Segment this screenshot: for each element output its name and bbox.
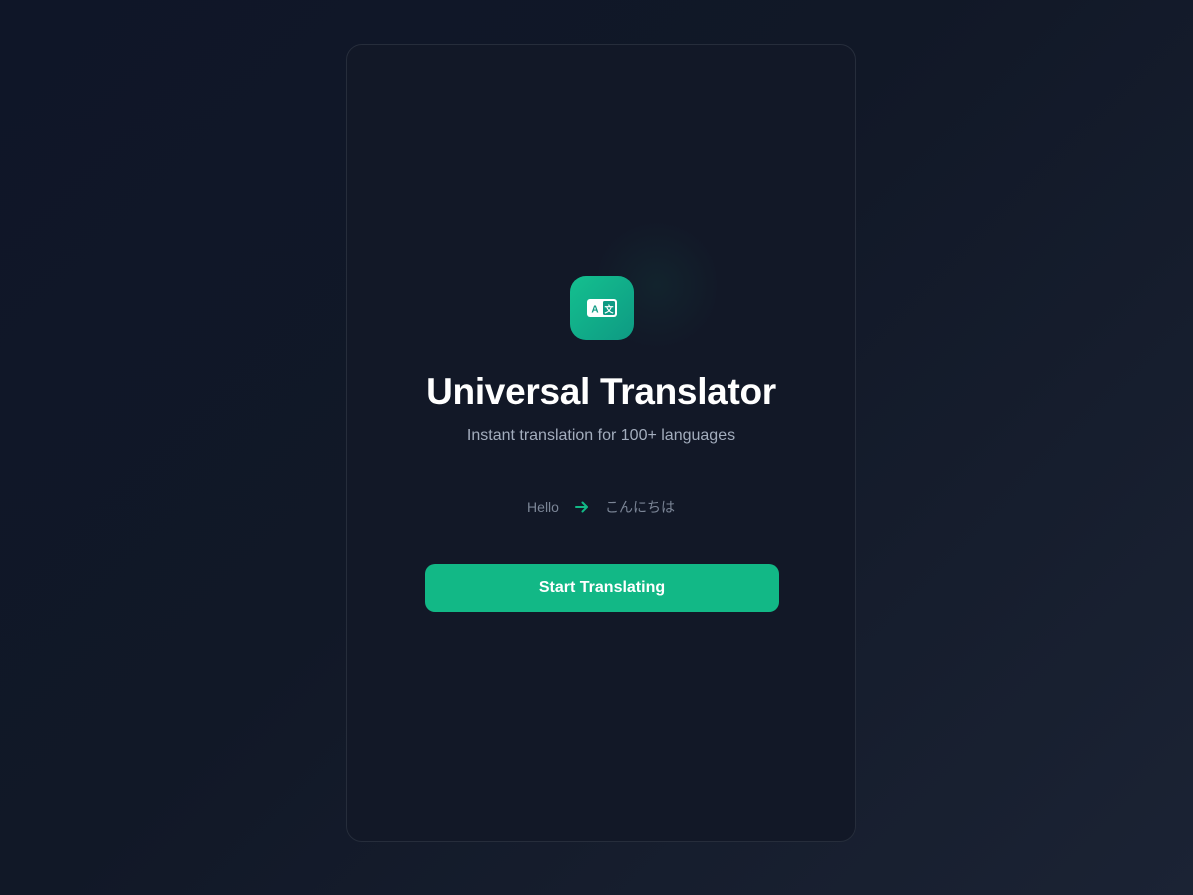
logo-glyph-right: 文 xyxy=(603,304,614,316)
logo-glyph-left: A xyxy=(591,305,598,316)
app-logo: A 文 xyxy=(570,276,634,340)
translation-example: Hello こんにちは xyxy=(347,497,855,517)
source-text: Hello xyxy=(527,499,559,515)
start-translating-button[interactable]: Start Translating xyxy=(425,564,779,612)
page-subtitle: Instant translation for 100+ languages xyxy=(466,427,736,444)
page-title: Universal Translator xyxy=(426,371,776,412)
arrow-right-icon xyxy=(574,500,589,514)
translate-icon: A 文 xyxy=(587,299,617,317)
welcome-card: A 文 Universal Translator Instant transla… xyxy=(346,44,856,842)
target-text: こんにちは xyxy=(604,499,675,515)
